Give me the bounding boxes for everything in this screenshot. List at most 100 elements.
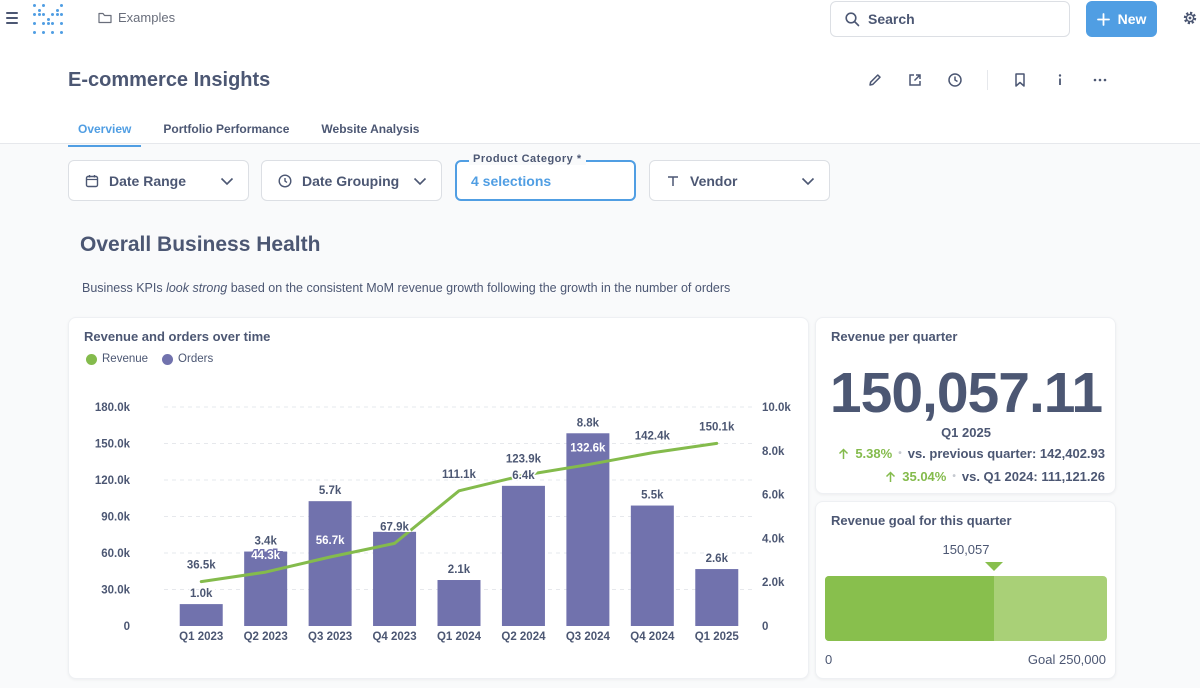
logo-icon[interactable] — [33, 4, 63, 34]
x-tick-label: Q4 2024 — [630, 631, 675, 643]
search-button[interactable]: Search — [830, 1, 1070, 37]
revenue-per-quarter-card: Revenue per quarter 150,057.11 Q1 2025 5… — [815, 317, 1116, 494]
date-grouping-filter[interactable]: Date Grouping — [261, 160, 442, 201]
bar-data-label: 1.0k — [190, 588, 213, 600]
logo-dot — [33, 22, 36, 25]
line-data-label: 36.5k — [187, 560, 216, 572]
search-icon — [845, 11, 860, 26]
x-tick-label: Q1 2025 — [695, 631, 740, 643]
bar-orders — [437, 580, 481, 626]
logo-dot — [55, 13, 59, 16]
more-icon[interactable] — [1091, 71, 1109, 89]
header-divider — [987, 70, 988, 90]
logo-dot — [55, 8, 59, 12]
bar-data-label: 6.4k — [512, 470, 535, 482]
y-right-tick-label: 0 — [762, 621, 768, 633]
y-right-tick-label: 2.0k — [762, 577, 785, 589]
info-icon[interactable] — [1051, 71, 1069, 89]
goal-current-value: 150,057 — [942, 542, 990, 557]
logo-dot — [60, 13, 63, 16]
plus-icon — [1096, 12, 1110, 26]
folder-icon — [98, 12, 112, 23]
logo-dot — [33, 4, 36, 7]
menu-icon[interactable] — [6, 12, 18, 24]
new-button[interactable]: New — [1086, 1, 1157, 37]
tab-overview[interactable]: Overview — [68, 120, 142, 147]
period-label: Q1 2025 — [941, 425, 991, 440]
bar-data-label: 5.7k — [319, 485, 342, 497]
card-title[interactable]: Revenue per quarter — [831, 329, 957, 344]
tab-website-analysis[interactable]: Website Analysis — [311, 120, 429, 147]
bar-orders — [179, 604, 223, 626]
logo-dot — [51, 31, 54, 34]
bookmark-icon[interactable] — [1011, 71, 1029, 89]
history-icon[interactable] — [946, 71, 964, 89]
x-tick-label: Q4 2023 — [372, 631, 416, 643]
vendor-filter[interactable]: Vendor — [649, 160, 830, 201]
y-right-tick-label: 6.0k — [762, 490, 785, 502]
logo-dot — [60, 4, 63, 7]
goal-max-label: Goal 250,000 — [1027, 652, 1106, 667]
tab-bar: Overview Portfolio Performance Website A… — [68, 120, 441, 147]
card-title[interactable]: Revenue goal for this quarter — [831, 513, 1012, 528]
revenue-value: 150,057.11 — [829, 361, 1103, 425]
logo-dot — [46, 17, 50, 21]
logo-dot — [42, 22, 45, 25]
logo-dot — [42, 13, 45, 16]
filter-label: Vendor — [690, 172, 738, 189]
goal-min-label: 0 — [825, 652, 833, 667]
bar-orders — [308, 501, 352, 626]
goal-progress-fill — [825, 576, 995, 641]
page-title: E-commerce Insights — [68, 69, 271, 91]
goal-progress-bar — [825, 576, 1107, 641]
comparison-previous-quarter: 5.38% • vs. previous quarter: 142,402.93 — [838, 446, 1105, 461]
logo-dot — [46, 22, 50, 25]
y-right-tick-label: 4.0k — [762, 533, 785, 545]
y-left-tick-label: 180.0k — [95, 402, 131, 414]
filter-label: Date Grouping — [302, 172, 400, 189]
x-tick-label: Q1 2024 — [437, 631, 482, 643]
logo-dot — [33, 31, 36, 34]
product-category-filter[interactable]: Product Category * 4 selections — [455, 153, 636, 201]
tab-portfolio-performance[interactable]: Portfolio Performance — [153, 120, 299, 147]
breadcrumb[interactable]: Examples — [98, 10, 175, 25]
clock-icon — [278, 173, 292, 188]
y-right-tick-label: 10.0k — [762, 402, 791, 414]
arrow-up-icon — [886, 470, 896, 482]
new-label: New — [1117, 11, 1147, 27]
share-icon[interactable] — [906, 71, 924, 89]
filter-label: Date Range — [109, 172, 187, 189]
bar-orders — [501, 485, 545, 626]
edit-icon[interactable] — [866, 71, 884, 89]
y-left-tick-label: 90.0k — [101, 512, 130, 524]
text-icon — [668, 175, 678, 186]
line-data-label: 150.1k — [699, 421, 735, 433]
bar-data-label: 2.1k — [448, 564, 471, 576]
section-description: Business KPIs look strong based on the c… — [82, 281, 731, 295]
bar-data-label: 2.6k — [706, 553, 729, 565]
gear-icon[interactable] — [1182, 10, 1198, 26]
logo-dot — [60, 31, 63, 34]
arrow-up-icon — [839, 447, 849, 459]
line-data-label: 67.9k — [380, 521, 409, 533]
date-range-filter[interactable]: Date Range — [68, 160, 249, 201]
x-tick-label: Q2 2024 — [501, 631, 546, 643]
x-tick-label: Q3 2023 — [308, 631, 352, 643]
logo-dot — [33, 13, 36, 16]
comparison-previous-year: 35.04% • vs. Q1 2024: 111,121.26 — [885, 469, 1105, 484]
logo-dot — [60, 22, 63, 25]
breadcrumb-label: Examples — [118, 10, 176, 25]
logo-dot — [42, 4, 45, 7]
y-left-tick-label: 0 — [124, 621, 130, 633]
bar-orders — [630, 505, 674, 626]
chevron-down-icon — [220, 177, 234, 186]
x-tick-label: Q2 2023 — [244, 631, 288, 643]
line-data-label: 111.1k — [442, 469, 477, 481]
line-data-label: 44.3k — [251, 550, 280, 562]
line-data-label: 142.4k — [635, 431, 671, 443]
bar-data-label: 5.5k — [641, 490, 664, 502]
section-heading: Overall Business Health — [80, 233, 321, 256]
dashboard-header: E-commerce Insights Overview Portfolio P… — [0, 40, 1200, 147]
x-tick-label: Q3 2024 — [566, 631, 611, 643]
bar-orders — [244, 551, 288, 626]
